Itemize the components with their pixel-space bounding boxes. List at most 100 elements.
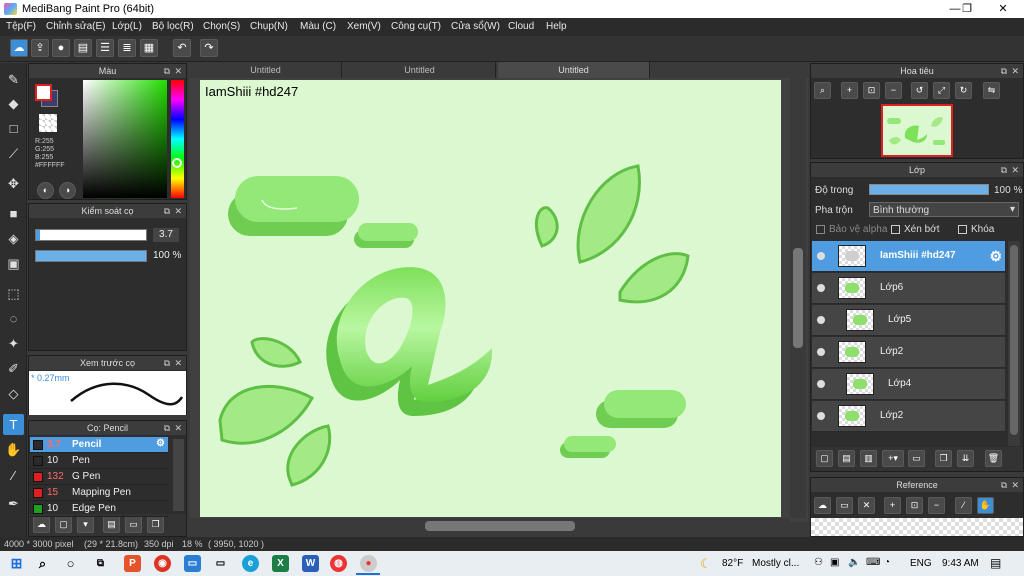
fill-rect-tool-icon[interactable]: ■ (3, 203, 24, 224)
brush-list-scrollbar[interactable] (173, 439, 184, 511)
zoom-in-icon[interactable]: + (884, 497, 901, 514)
eyedropper-tool-icon[interactable]: ⁄ (3, 465, 24, 486)
monitor-app-icon[interactable]: ▭ (184, 555, 201, 572)
brush-size-value[interactable]: 3.7 (153, 228, 179, 242)
palette-add-icon[interactable]: ◑ (59, 182, 76, 199)
trash-icon[interactable]: 🗑 (985, 450, 1002, 467)
layer-list-scrollbar[interactable] (1008, 241, 1020, 446)
select-pen-tool-icon[interactable]: ✐ (3, 358, 24, 379)
move-tool-icon[interactable]: ✥ (3, 173, 24, 194)
float-icon[interactable]: ⧉ (164, 421, 170, 435)
comment-icon[interactable]: ● (52, 39, 70, 57)
close-icon[interactable]: ✕ (1011, 163, 1019, 177)
close-icon[interactable]: ✕ (174, 421, 182, 435)
magic-wand-tool-icon[interactable]: ✦ (3, 333, 24, 354)
zoom-actual-icon[interactable]: ⊡ (863, 82, 880, 99)
menu-help[interactable]: Help (546, 21, 567, 32)
excel-app-icon[interactable]: X (272, 555, 289, 572)
close-icon[interactable]: ✕ (174, 64, 182, 78)
close-button[interactable]: ✕ (980, 0, 1024, 18)
brush-item[interactable]: 15 Mapping Pen (30, 485, 168, 501)
menu-window[interactable]: Cửa sổ(W) (451, 21, 500, 32)
eye-icon[interactable] (817, 252, 825, 260)
canvas-vertical-scrollbar[interactable] (790, 78, 806, 518)
wifi-icon[interactable]: ◔ (884, 557, 890, 568)
eye-icon[interactable] (817, 284, 825, 292)
layer-row[interactable]: Lớp6 (812, 273, 1005, 304)
canvas-horizontal-scrollbar[interactable] (190, 518, 790, 534)
bucket-tool-icon[interactable]: ◈ (3, 228, 24, 249)
merge-layer-icon[interactable]: ⇊ (957, 450, 974, 467)
menu-cloud[interactable]: Cloud (508, 21, 534, 32)
powerpoint-app-icon[interactable]: P (124, 555, 141, 572)
menu-select[interactable]: Chọn(S) (203, 21, 240, 32)
float-icon[interactable]: ⧉ (1001, 478, 1007, 492)
eye-icon[interactable] (817, 380, 825, 388)
protect-alpha-checkbox[interactable] (816, 225, 825, 234)
search-icon[interactable]: ⌕ (34, 555, 51, 572)
blend-mode-select[interactable]: Bình thường ▾ (869, 202, 1019, 217)
layer-row[interactable]: Lớp4 (812, 369, 1005, 400)
float-icon[interactable]: ⧉ (164, 356, 170, 370)
brush-settings-icon[interactable]: ▤ (103, 516, 120, 533)
brush-item[interactable]: 10 Pen (30, 453, 168, 469)
add-brush-icon[interactable]: ▾ (77, 516, 94, 533)
clock[interactable]: 9:43 AM (942, 558, 979, 569)
zoom-out-icon[interactable]: − (928, 497, 945, 514)
tab-untitled-1[interactable]: Untitled (190, 62, 342, 78)
rotate-left-icon[interactable]: ↺ (911, 82, 928, 99)
eye-icon[interactable] (817, 412, 825, 420)
pen-tool-icon[interactable]: ✒ (3, 493, 24, 514)
close-reference-icon[interactable]: ✕ (858, 497, 875, 514)
gear-icon[interactable]: ⚙ (989, 248, 1002, 265)
layer-row[interactable]: Lớp2 (812, 401, 1005, 432)
lasso-tool-icon[interactable]: ◌ (3, 308, 24, 329)
folder-icon[interactable]: ▭ (125, 516, 142, 533)
close-icon[interactable]: ✕ (1011, 478, 1019, 492)
layer-opacity-slider[interactable] (869, 184, 989, 195)
zoom-out-icon[interactable]: − (885, 82, 902, 99)
new-layer-icon[interactable]: ▢ (816, 450, 833, 467)
task-view-icon[interactable]: ⧉ (92, 555, 109, 572)
float-icon[interactable]: ⧉ (164, 64, 170, 78)
rectangle-tool-icon[interactable]: □ (3, 118, 24, 139)
brush-opacity-slider[interactable] (35, 250, 147, 262)
new-halftone-layer-icon[interactable]: ▤ (838, 450, 855, 467)
float-icon[interactable]: ⧉ (1001, 64, 1007, 78)
layer-row[interactable]: IamShiii #hd247 ⚙ (812, 241, 1005, 272)
list-alt-icon[interactable]: ≣ (118, 39, 136, 57)
close-icon[interactable]: ✕ (174, 356, 182, 370)
float-icon[interactable]: ⧉ (164, 204, 170, 218)
medibang-app-icon[interactable]: ● (360, 555, 377, 572)
word-app-icon[interactable]: W (302, 555, 319, 572)
zoom-fit-icon[interactable]: ⌕ (814, 82, 831, 99)
navigator-preview[interactable] (881, 104, 953, 157)
duplicate-layer-icon[interactable]: ❐ (935, 450, 952, 467)
drawing-canvas[interactable]: IamShiii #hd247 (200, 80, 781, 517)
palette-icon[interactable]: ◐ (37, 182, 54, 199)
chrome-app-icon[interactable]: ◍ (330, 555, 347, 572)
new-brush-icon[interactable]: ▢ (55, 516, 72, 533)
menu-layer[interactable]: Lớp(L) (112, 21, 142, 32)
lock-checkbox[interactable] (958, 225, 967, 234)
eyedropper-icon[interactable]: ⁄ (955, 497, 972, 514)
language-indicator[interactable]: ENG (910, 558, 932, 569)
select-rect-tool-icon[interactable]: ⬚ (3, 283, 24, 304)
grid-icon[interactable]: ▦ (140, 39, 158, 57)
transparent-swatch[interactable] (39, 114, 57, 132)
duplicate-icon[interactable]: ❐ (147, 516, 164, 533)
weather-temp[interactable]: 82°F (722, 558, 743, 569)
tab-untitled-2[interactable]: Untitled (344, 62, 496, 78)
folder-icon[interactable]: ▭ (908, 450, 925, 467)
gradient-tool-icon[interactable]: ▣ (3, 253, 24, 274)
text-tool-icon[interactable]: T (3, 414, 24, 435)
note-icon[interactable]: ▤ (74, 39, 92, 57)
menu-edit[interactable]: Chỉnh sửa(E) (46, 21, 106, 32)
hue-handle[interactable] (172, 158, 182, 168)
layer-row[interactable]: Lớp5 (812, 305, 1005, 336)
weather-text[interactable]: Mostly cl... (752, 558, 799, 569)
cortana-icon[interactable]: ○ (62, 555, 79, 572)
menu-filter[interactable]: Bộ lọc(R) (152, 21, 194, 32)
network-icon[interactable]: ▣ (830, 557, 839, 568)
flip-icon[interactable]: ⇋ (983, 82, 1000, 99)
